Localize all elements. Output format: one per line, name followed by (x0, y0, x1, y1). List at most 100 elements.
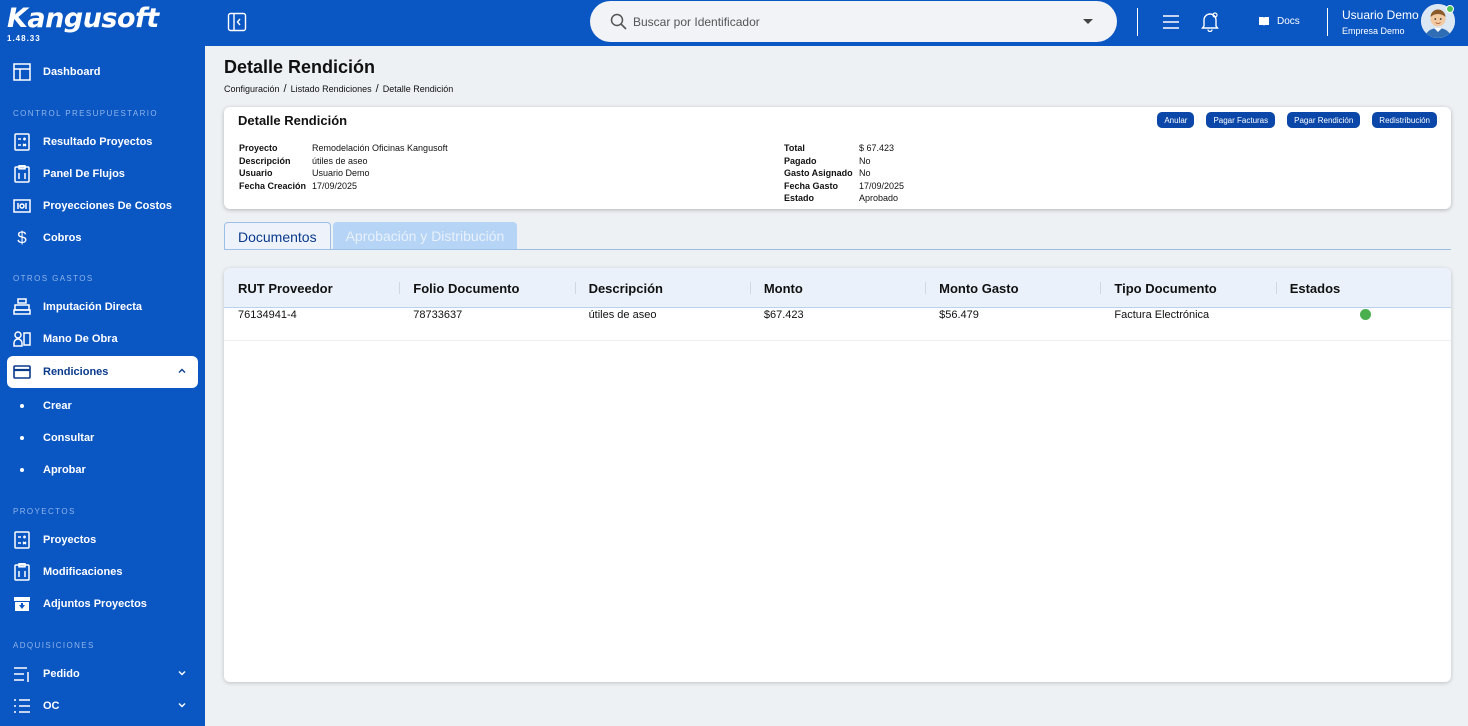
bullet-icon (20, 404, 24, 408)
chevron-up-icon[interactable] (176, 365, 188, 377)
chevron-down-icon[interactable] (176, 667, 188, 679)
status-indicator-icon (1359, 309, 1371, 320)
detail-value: Remodelación Oficinas Kangusoft (312, 143, 448, 153)
sidebar-item-label: Rendiciones (43, 366, 109, 378)
tab-aprobacion-distribucion[interactable]: Aprobación y Distribución (332, 222, 518, 250)
calculator-icon (13, 531, 31, 549)
cell-estados (1276, 308, 1451, 340)
app-logo[interactable]: Kangusoft (7, 3, 159, 34)
detail-key: Total (784, 143, 805, 153)
sidebar-item-oc[interactable]: OC (7, 690, 198, 722)
detail-row-fecha-gasto: Fecha Gasto 17/09/2025 (784, 180, 904, 193)
sidebar-item-rendiciones[interactable]: Rendiciones (7, 356, 198, 388)
action-buttons: Anular Pagar Facturas Pagar Rendición Re… (1157, 112, 1437, 128)
detail-row-usuario: Usuario Usuario Demo (239, 167, 448, 180)
projection-icon (13, 197, 31, 215)
search-input[interactable] (633, 14, 1073, 29)
sidebar-item-proyecciones-de-costos[interactable]: Proyecciones De Costos (7, 190, 198, 222)
bell-icon[interactable] (1201, 12, 1219, 32)
breadcrumb: Configuración / Listado Rendiciones / De… (224, 83, 454, 95)
sidebar-item-mano-de-obra[interactable]: Mano De Obra (7, 323, 198, 355)
breadcrumb-separator: / (375, 83, 379, 95)
sidebar-item-label: OC (43, 700, 60, 712)
detail-value: útiles de aseo (312, 155, 368, 166)
sidebar-item-resultado-proyectos[interactable]: Resultado Proyectos (7, 126, 198, 158)
section-adquisiciones: ADQUISICIONES (13, 641, 95, 650)
sidebar-item-label: Mano De Obra (43, 333, 118, 345)
sidebar-toggle-icon[interactable] (227, 12, 247, 32)
sidebar-item-proyectos[interactable]: Proyectos (7, 524, 198, 556)
calculator-icon (13, 133, 31, 151)
sidebar-item-dashboard[interactable]: Dashboard (7, 56, 198, 88)
sidebar-subitem-crear[interactable]: Crear (7, 392, 198, 420)
column-header-monto-gasto[interactable]: Monto Gasto (925, 268, 1100, 308)
menu-icon[interactable] (1162, 13, 1180, 31)
redistribucion-button[interactable]: Redistribución (1372, 112, 1437, 128)
sidebar-item-label: Imputación Directa (43, 301, 143, 313)
sidebar-item-adjuntos-proyectos[interactable]: Adjuntos Proyectos (7, 588, 198, 620)
column-header-folio[interactable]: Folio Documento (399, 268, 574, 308)
detail-row-total: Total $ 67.423 (784, 142, 904, 155)
clipboard-icon (13, 563, 31, 581)
detail-value: $ 67.423 (859, 143, 895, 153)
breadcrumb-separator: / (283, 83, 287, 95)
column-divider (749, 282, 751, 294)
detail-row-pagado: Pagado No (784, 155, 904, 168)
breadcrumb-item-configuracion[interactable]: Configuración (224, 84, 280, 94)
detail-row-proyecto: Proyecto Remodelación Oficinas Kangusoft (239, 142, 448, 155)
pagar-rendicion-button[interactable]: Pagar Rendición (1287, 112, 1361, 128)
cell-monto-gasto: $56.479 (939, 309, 979, 321)
user-name[interactable]: Usuario Demo (1342, 8, 1419, 22)
column-divider (925, 282, 927, 294)
cell-rut: 76134941-4 (238, 309, 297, 321)
divider (1327, 8, 1328, 36)
column-header-descripcion[interactable]: Descripción (574, 268, 750, 308)
sidebar-subitem-consultar[interactable]: Consultar (7, 424, 198, 452)
detail-value: Aprobado (859, 193, 899, 203)
detail-value: 17/09/2025 (312, 180, 358, 191)
section-otros-gastos: OTROS GASTOS (13, 274, 94, 283)
online-status-dot (1446, 5, 1454, 13)
anular-button[interactable]: Anular (1157, 112, 1195, 128)
column-header-tipo-documento[interactable]: Tipo Documento (1100, 268, 1275, 308)
cell-tipo-documento: Factura Electrónica (1114, 309, 1210, 321)
dashboard-icon (13, 63, 31, 81)
sidebar-item-label: Pedido (43, 668, 80, 680)
column-header-estados[interactable]: Estados (1275, 268, 1451, 308)
tab-underline (224, 249, 1451, 250)
detail-key: Pagado (784, 155, 817, 166)
sidebar-item-pedido[interactable]: Pedido (7, 658, 198, 690)
docs-link[interactable]: Docs (1258, 15, 1300, 27)
breadcrumb-item-listado[interactable]: Listado Rendiciones (291, 84, 372, 94)
chevron-down-icon[interactable] (176, 699, 188, 711)
archive-icon (13, 595, 31, 613)
page-title: Detalle Rendición (224, 57, 376, 77)
sidebar-item-cobros[interactable]: $ Cobros (7, 222, 198, 254)
sidebar-item-label: Cobros (43, 232, 82, 244)
detail-key: Estado (784, 193, 815, 203)
checklist-icon (13, 697, 31, 715)
column-header-monto[interactable]: Monto (749, 268, 925, 308)
caret-down-icon[interactable] (1083, 19, 1093, 24)
clipboard-icon (13, 165, 31, 183)
table-row[interactable]: 76134941-4 78733637 útiles de aseo $67.4… (224, 308, 1451, 341)
worker-icon (13, 330, 31, 348)
book-icon (1259, 17, 1269, 26)
sidebar-item-modificaciones[interactable]: Modificaciones (7, 556, 198, 588)
breadcrumb-item-current: Detalle Rendición (382, 84, 454, 94)
sidebar-item-label: Proyectos (43, 534, 97, 546)
sidebar-item-panel-de-flujos[interactable]: Panel De Flujos (7, 158, 198, 190)
pagar-facturas-button[interactable]: Pagar Facturas (1206, 112, 1276, 128)
tab-documentos[interactable]: Documentos (224, 222, 331, 250)
search-icon (610, 13, 627, 30)
sidebar-item-label: Adjuntos Proyectos (43, 598, 147, 610)
column-header-label: Monto (763, 280, 803, 296)
sidebar-subitem-aprobar[interactable]: Aprobar (7, 456, 198, 484)
column-header-rut[interactable]: RUT Proveedor (224, 268, 399, 308)
table-header: RUT Proveedor Folio Documento Descripció… (224, 268, 1451, 308)
detail-info-left: Proyecto Remodelación Oficinas Kangusoft … (239, 142, 448, 192)
detail-row-fecha-creacion: Fecha Creación 17/09/2025 (239, 180, 448, 193)
detail-value: 17/09/2025 (859, 180, 905, 191)
user-company: Empresa Demo (1342, 26, 1405, 36)
sidebar-item-imputacion-directa[interactable]: Imputación Directa (7, 291, 198, 323)
